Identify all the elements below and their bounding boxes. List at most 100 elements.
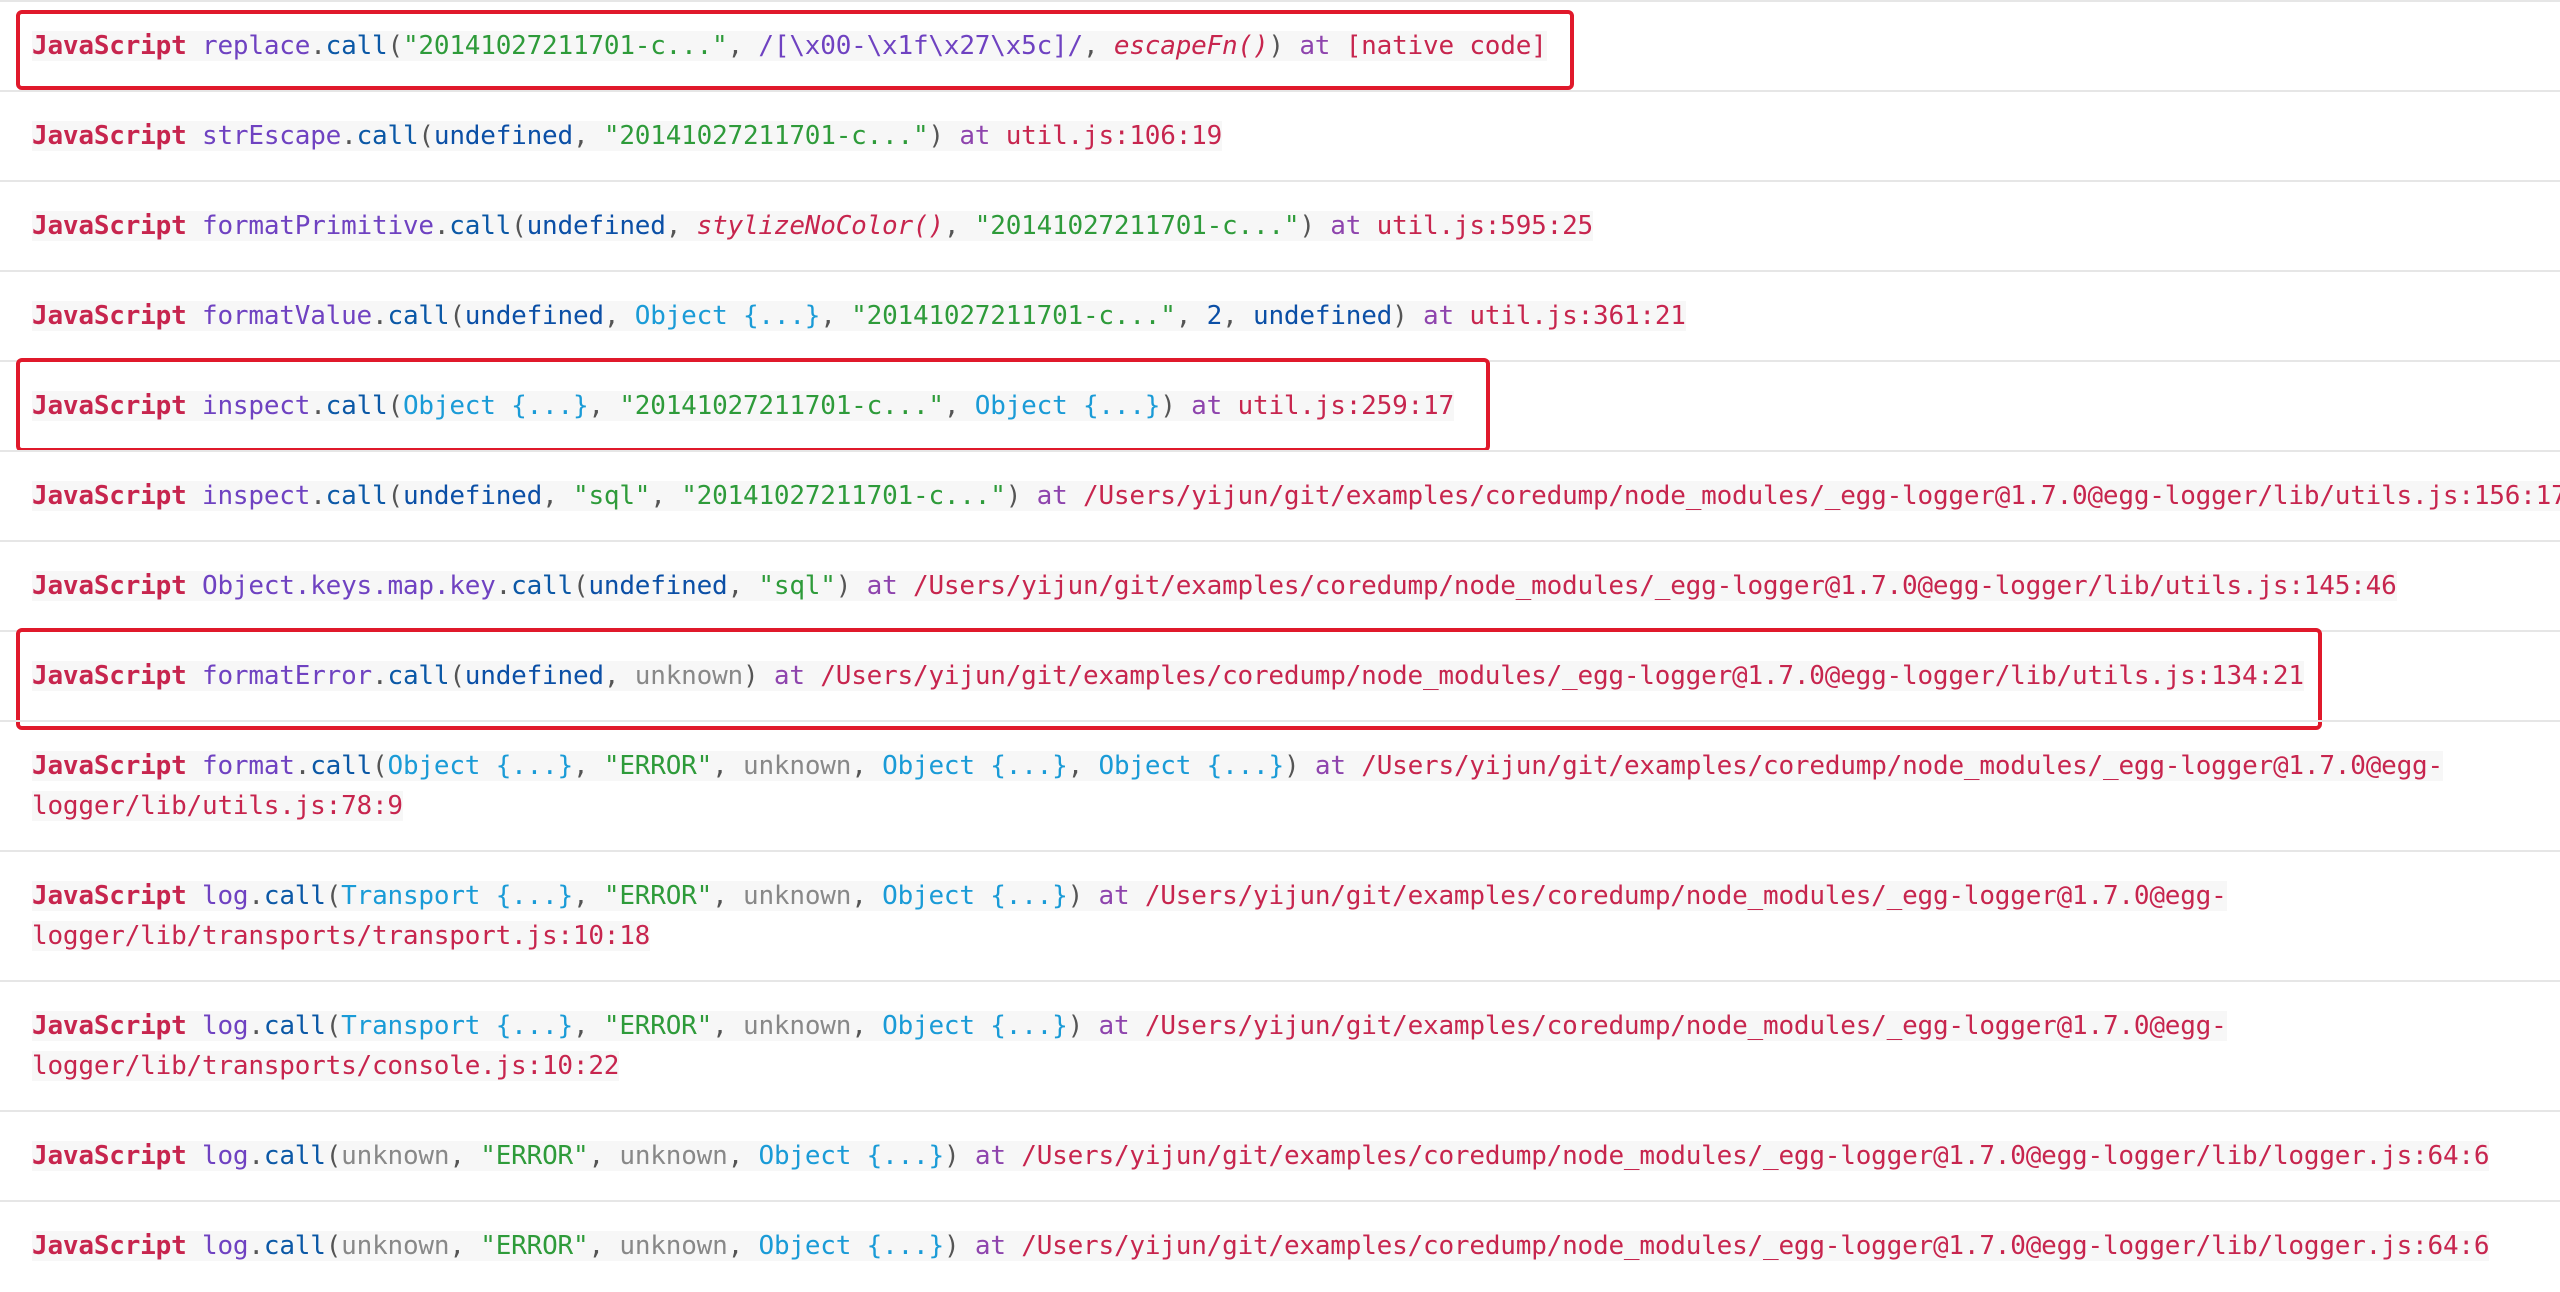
frame-text-background: JavaScript log.call(Transport {...}, "ER…	[32, 1011, 2227, 1041]
stack-frame-row[interactable]: JavaScript formatPrimitive.call(undefine…	[0, 180, 2560, 270]
keyword-arg: undefined	[526, 211, 666, 241]
keyword-arg: undefined	[402, 481, 543, 511]
string-arg: "ERROR"	[603, 1011, 713, 1041]
frame-text-background: logger/lib/utils.js:78:9	[32, 791, 403, 821]
frame-text-line: logger/lib/utils.js:78:9	[32, 786, 403, 826]
stack-frame-row[interactable]: JavaScript inspect.call(undefined, "sql"…	[0, 450, 2560, 540]
punctuation: ,	[588, 1141, 620, 1171]
frame-text-background: JavaScript log.call(Transport {...}, "ER…	[32, 881, 2227, 911]
source-location[interactable]: logger/lib/transports/console.js:10:22	[32, 1051, 619, 1081]
source-location[interactable]: /Users/yijun/git/examples/coredump/node_…	[1083, 481, 2560, 511]
source-location[interactable]: /Users/yijun/git/examples/coredump/node_…	[1021, 1141, 2489, 1171]
frame-text-line: JavaScript inspect.call(undefined, "sql"…	[32, 476, 2560, 516]
language-label: JavaScript	[32, 1231, 187, 1261]
highlight-box	[16, 628, 2322, 730]
at-keyword: at	[1330, 211, 1377, 241]
stack-frame-row[interactable]: JavaScript log.call(Transport {...}, "ER…	[0, 980, 2560, 1110]
string-arg: "ERROR"	[480, 1141, 589, 1171]
at-keyword: at	[1314, 751, 1362, 781]
object-arg: Object {...}	[387, 751, 574, 781]
function-name: log	[202, 1141, 249, 1171]
punctuation: ,	[449, 1141, 481, 1171]
stack-trace-list: JavaScript replace.call("20141027211701-…	[0, 0, 2560, 1292]
object-arg: Object {...}	[882, 751, 1068, 781]
stack-frame-row[interactable]: JavaScript strEscape.call(undefined, "20…	[0, 90, 2560, 180]
punctuation: ,	[1067, 751, 1099, 781]
source-location[interactable]: util.js:106:19	[1006, 121, 1223, 151]
frame-text-line: JavaScript log.call(unknown, "ERROR", un…	[32, 1136, 2490, 1176]
language-label: JavaScript	[32, 751, 187, 781]
stack-frame-row[interactable]: JavaScript log.call(unknown, "ERROR", un…	[0, 1110, 2560, 1200]
frame-text-background: JavaScript Object.keys.map.key.call(unde…	[32, 571, 2397, 601]
unknown-arg: unknown	[619, 1231, 728, 1261]
number-arg: 2	[1206, 301, 1223, 331]
string-arg: "sql"	[758, 571, 836, 601]
frame-text-background: JavaScript formatPrimitive.call(undefine…	[32, 211, 1593, 241]
keyword-arg: undefined	[433, 121, 573, 151]
source-location[interactable]: /Users/yijun/git/examples/coredump/node_…	[913, 571, 2397, 601]
stack-frame-row[interactable]: JavaScript log.call(unknown, "ERROR", un…	[0, 1200, 2560, 1290]
punctuation	[187, 1231, 202, 1261]
punctuation: .	[248, 1011, 264, 1041]
frame-text-background: JavaScript log.call(unknown, "ERROR", un…	[32, 1231, 2490, 1261]
unknown-arg: unknown	[341, 1141, 450, 1171]
punctuation: (	[387, 481, 404, 511]
unknown-arg: unknown	[341, 1231, 450, 1261]
source-location[interactable]: logger/lib/transports/transport.js:10:18	[32, 921, 650, 951]
language-label: JavaScript	[32, 481, 187, 511]
at-keyword: at	[974, 1231, 1022, 1261]
source-location[interactable]: util.js:595:25	[1377, 211, 1594, 241]
unknown-arg: unknown	[743, 881, 852, 911]
language-label: JavaScript	[32, 571, 187, 601]
punctuation: .	[433, 211, 450, 241]
punctuation: ,	[727, 1231, 759, 1261]
unknown-arg: unknown	[743, 751, 852, 781]
punctuation: )	[1299, 211, 1331, 241]
at-keyword: at	[974, 1141, 1022, 1171]
source-location[interactable]: /Users/yijun/git/examples/coredump/node_…	[1145, 881, 2227, 911]
punctuation	[187, 211, 202, 241]
frame-text-line: JavaScript format.call(Object {...}, "ER…	[32, 746, 2443, 786]
punctuation: )	[1283, 751, 1315, 781]
object-arg: Transport {...}	[341, 1011, 573, 1041]
string-arg: "20141027211701-c..."	[974, 211, 1300, 241]
stack-frame-row[interactable]: JavaScript formatValue.call(undefined, O…	[0, 270, 2560, 360]
function-name: Object.keys.map.key	[202, 571, 496, 601]
punctuation: )	[1392, 301, 1424, 331]
stack-frame-row[interactable]: JavaScript log.call(Transport {...}, "ER…	[0, 850, 2560, 980]
stack-frame-row[interactable]: JavaScript format.call(Object {...}, "ER…	[0, 720, 2560, 850]
punctuation	[187, 481, 202, 511]
frame-text-background: JavaScript strEscape.call(undefined, "20…	[32, 121, 1222, 151]
object-arg: Object {...}	[882, 881, 1068, 911]
punctuation: ,	[588, 1231, 620, 1261]
function-name: strEscape	[202, 121, 342, 151]
source-location[interactable]: /Users/yijun/git/examples/coredump/node_…	[1361, 751, 2443, 781]
source-location[interactable]: /Users/yijun/git/examples/coredump/node_…	[1021, 1231, 2489, 1261]
object-arg: Object {...}	[634, 301, 821, 331]
at-keyword: at	[866, 571, 913, 601]
punctuation: .	[495, 571, 512, 601]
frame-text-line: JavaScript log.call(unknown, "ERROR", un…	[32, 1226, 2490, 1266]
call-method: call	[263, 1011, 326, 1041]
frame-text-line: JavaScript strEscape.call(undefined, "20…	[32, 116, 1222, 156]
language-label: JavaScript	[32, 301, 187, 331]
punctuation: (	[325, 1141, 342, 1171]
punctuation: (	[325, 1011, 342, 1041]
punctuation: (	[325, 1231, 342, 1261]
source-location[interactable]: logger/lib/utils.js:78:9	[32, 791, 403, 821]
punctuation: )	[1067, 881, 1099, 911]
source-location[interactable]: /Users/yijun/git/examples/coredump/node_…	[1145, 1011, 2227, 1041]
frame-text-line: logger/lib/transports/transport.js:10:18	[32, 916, 650, 956]
stack-frame-row[interactable]: JavaScript Object.keys.map.key.call(unde…	[0, 540, 2560, 630]
punctuation	[187, 301, 202, 331]
punctuation: )	[943, 1231, 975, 1261]
source-location[interactable]: util.js:361:21	[1469, 301, 1686, 331]
language-label: JavaScript	[32, 1011, 187, 1041]
punctuation: ,	[449, 1231, 481, 1261]
punctuation: .	[341, 121, 357, 151]
punctuation: .	[248, 881, 264, 911]
punctuation: ,	[572, 751, 604, 781]
punctuation: .	[294, 751, 311, 781]
punctuation: ,	[712, 751, 743, 781]
at-keyword: at	[1098, 1011, 1145, 1041]
